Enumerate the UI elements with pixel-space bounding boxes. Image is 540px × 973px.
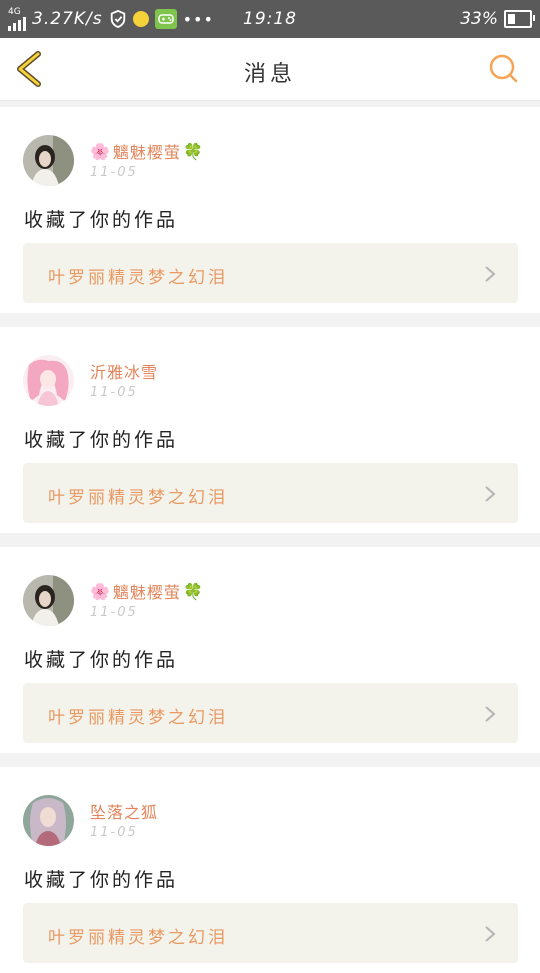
more-notifications-icon: ••• — [182, 9, 214, 29]
work-link[interactable]: 叶罗丽精灵梦之幻泪 — [23, 683, 518, 743]
username-link[interactable]: 🌸 魑魅樱萤 🍀 — [90, 579, 204, 603]
action-text: 收藏了你的作品 — [24, 649, 179, 671]
flower-icon: 🌸 — [90, 141, 111, 161]
chevron-right-icon — [485, 926, 496, 942]
username-link[interactable]: 🌸 魑魅樱萤 🍀 — [90, 139, 204, 163]
clover-icon: 🍀 — [182, 581, 204, 601]
status-bar: 4G 3.27K/s ••• 19:18 33% — [0, 0, 540, 38]
notification-dot-icon — [132, 11, 149, 27]
clover-icon: 🍀 — [182, 141, 204, 161]
username-link[interactable]: 沂雅冰雪 — [90, 359, 158, 383]
action-text: 收藏了你的作品 — [24, 429, 179, 451]
username: 魑魅樱萤 — [112, 583, 181, 602]
signal-bars-icon — [8, 16, 26, 31]
notification-date: 11-05 — [90, 385, 138, 400]
game-controller-icon — [154, 9, 177, 29]
username-link[interactable]: 坠落之狐 — [90, 799, 158, 823]
notification-date: 11-05 — [90, 605, 138, 620]
work-link[interactable]: 叶罗丽精灵梦之幻泪 — [23, 463, 518, 523]
chevron-right-icon — [485, 706, 496, 722]
notification-card: 坠落之狐 11-05 收藏了你的作品 叶罗丽精灵梦之幻泪 — [0, 767, 540, 973]
clock: 19:18 — [243, 9, 297, 29]
notification-date: 11-05 — [90, 825, 138, 840]
flower-icon: 🌸 — [90, 581, 111, 601]
notification-card: 沂雅冰雪 11-05 收藏了你的作品 叶罗丽精灵梦之幻泪 — [0, 327, 540, 533]
app-header: 消息 — [0, 38, 540, 101]
work-link[interactable]: 叶罗丽精灵梦之幻泪 — [23, 243, 518, 303]
search-icon[interactable] — [488, 54, 520, 84]
username: 魑魅樱萤 — [112, 143, 181, 162]
page-title: 消息 — [243, 62, 296, 87]
work-title: 叶罗丽精灵梦之幻泪 — [48, 928, 228, 948]
network-speed: 3.27K/s — [32, 9, 103, 29]
username: 坠落之狐 — [90, 803, 159, 822]
notification-card: 🌸 魑魅樱萤 🍀 11-05 收藏了你的作品 叶罗丽精灵梦之幻泪 — [0, 107, 540, 313]
work-link[interactable]: 叶罗丽精灵梦之幻泪 — [23, 903, 518, 963]
battery-icon — [504, 10, 535, 28]
user-avatar[interactable] — [23, 135, 74, 186]
chevron-right-icon — [485, 266, 496, 282]
chevron-right-icon — [485, 486, 496, 502]
work-title: 叶罗丽精灵梦之幻泪 — [48, 268, 228, 288]
work-title: 叶罗丽精灵梦之幻泪 — [48, 708, 228, 728]
user-avatar[interactable] — [23, 795, 74, 846]
battery-percent: 33% — [460, 9, 498, 29]
username: 沂雅冰雪 — [90, 363, 159, 382]
action-text: 收藏了你的作品 — [24, 209, 179, 231]
user-avatar[interactable] — [23, 355, 74, 406]
signal-indicator: 4G — [8, 6, 26, 31]
work-title: 叶罗丽精灵梦之幻泪 — [48, 488, 228, 508]
action-text: 收藏了你的作品 — [24, 869, 179, 891]
notification-date: 11-05 — [90, 165, 138, 180]
user-avatar[interactable] — [23, 575, 74, 626]
network-type: 4G — [8, 6, 21, 17]
notification-card: 🌸 魑魅樱萤 🍀 11-05 收藏了你的作品 叶罗丽精灵梦之幻泪 — [0, 547, 540, 753]
security-shield-icon — [110, 10, 125, 28]
